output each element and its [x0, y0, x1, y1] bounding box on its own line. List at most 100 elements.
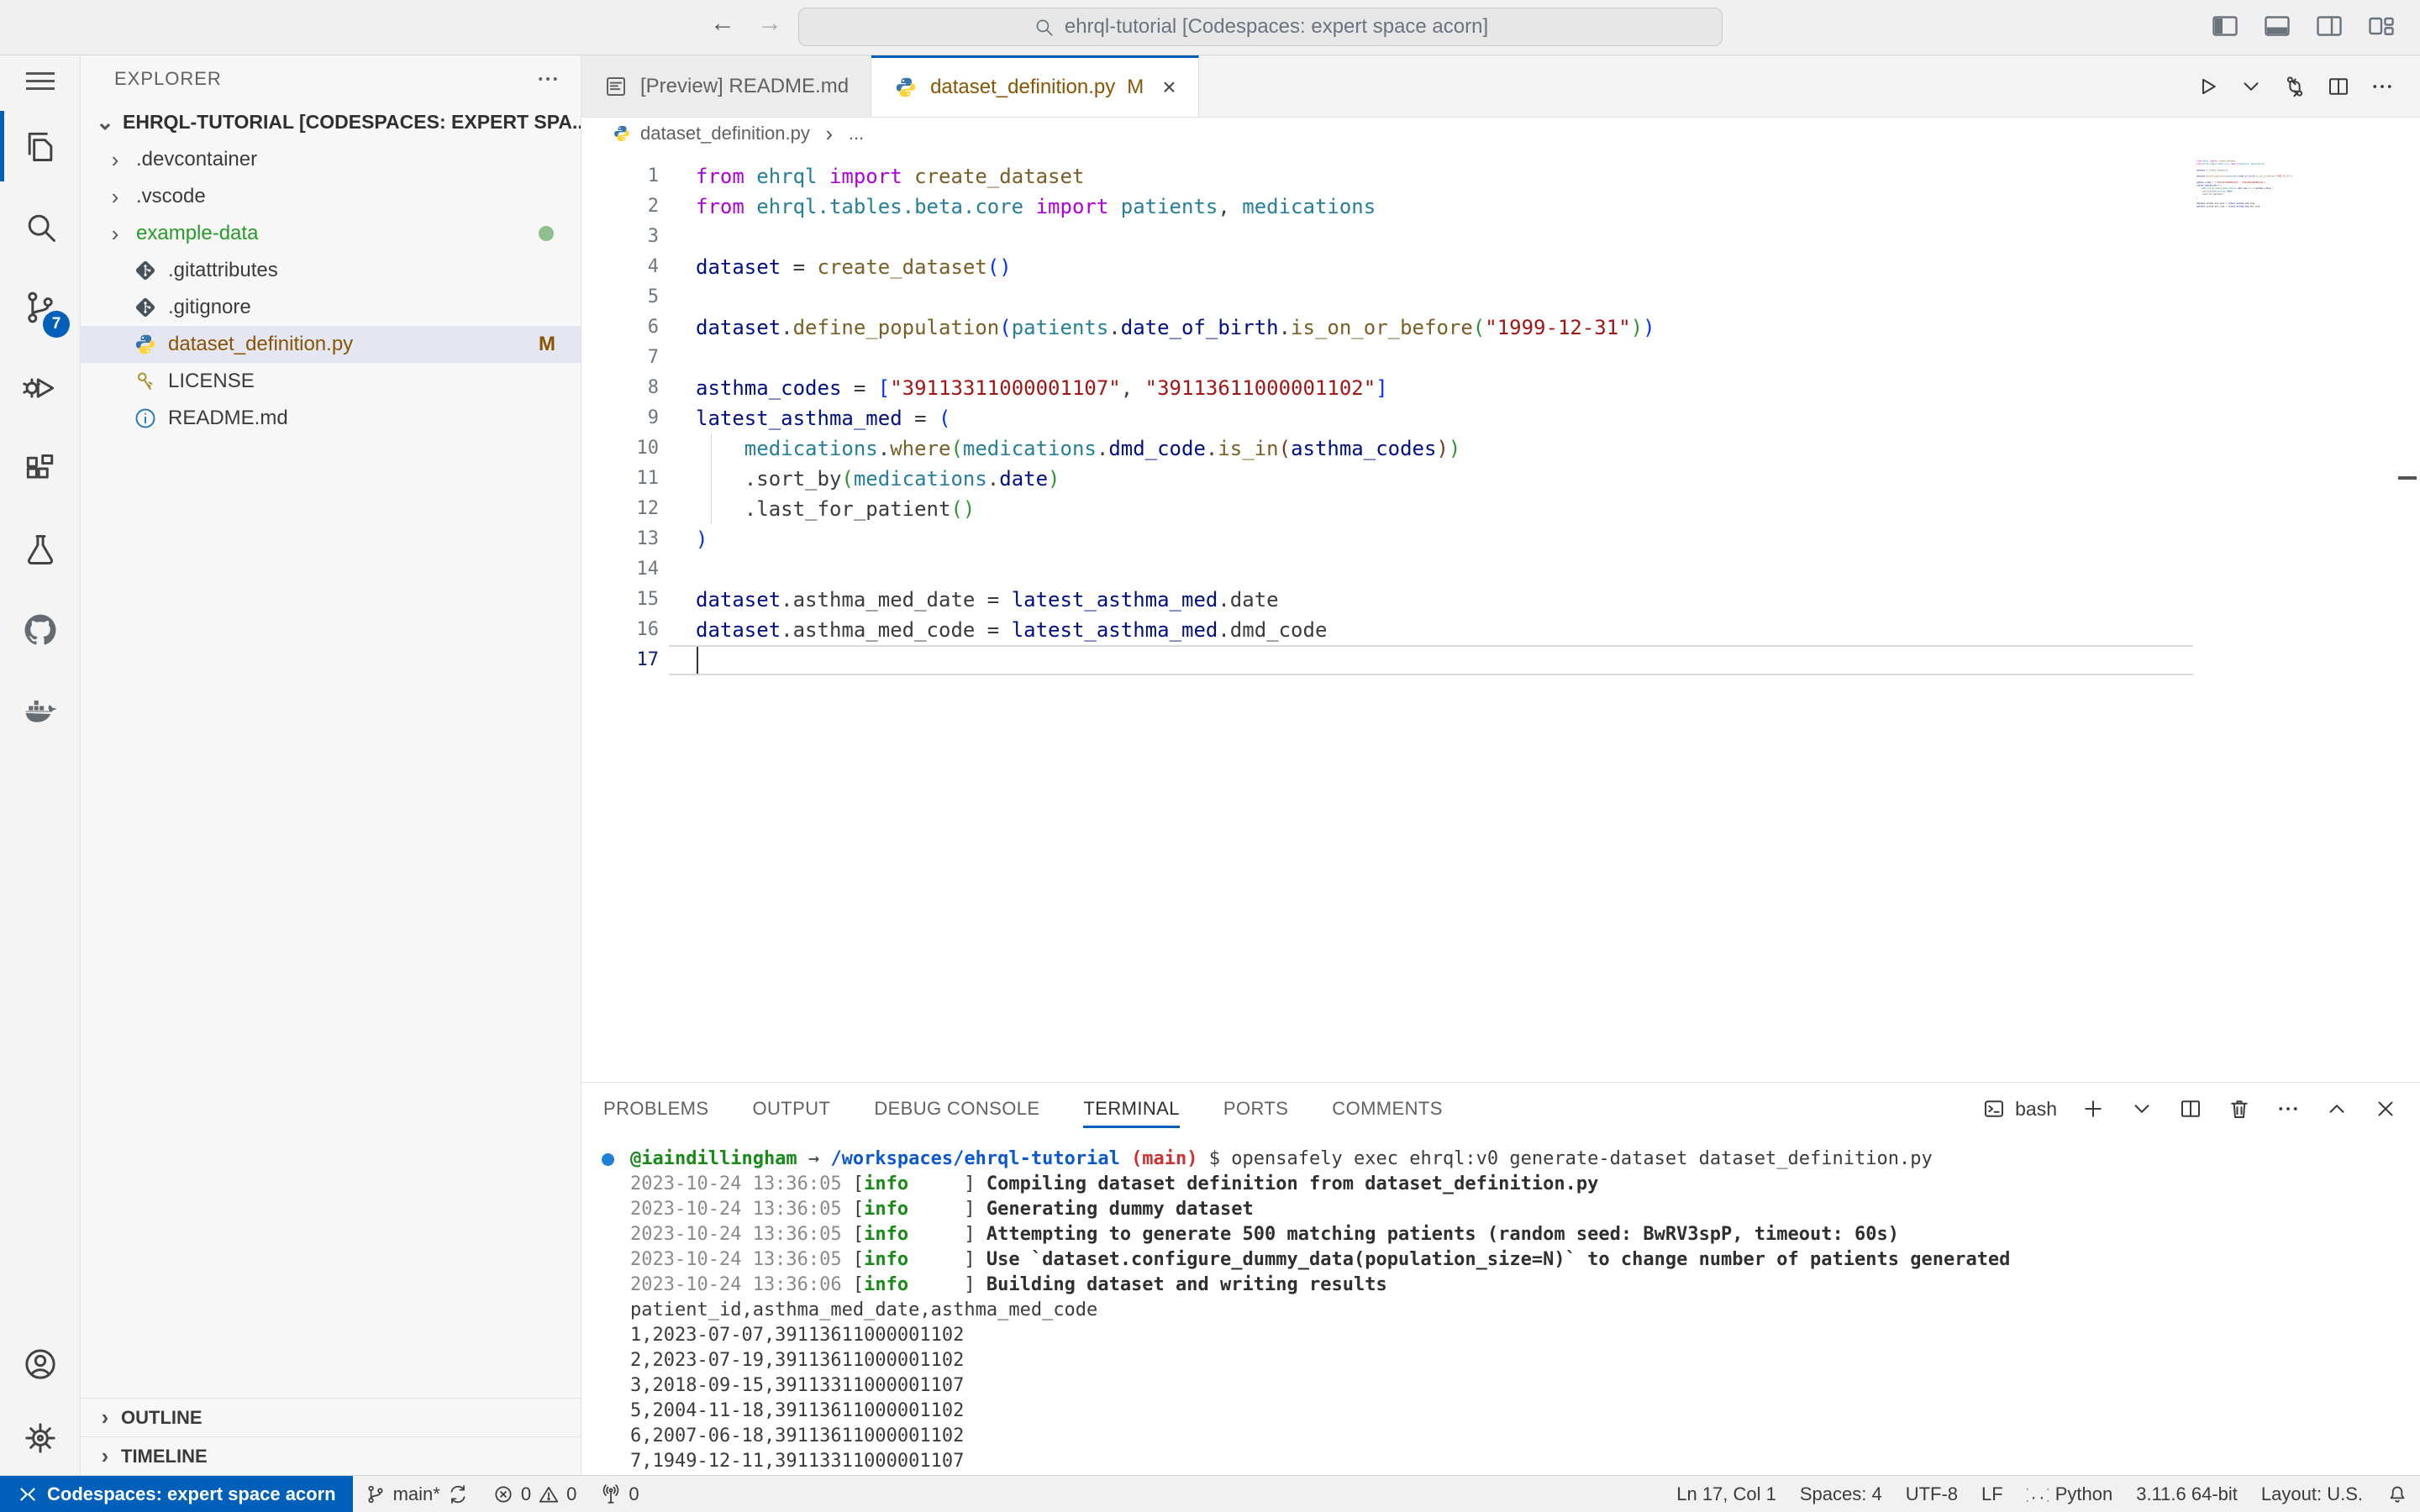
extensions-icon [22, 450, 59, 487]
activity-extensions[interactable] [0, 428, 80, 509]
sidebar-item-license[interactable]: LICENSE [81, 363, 581, 400]
breadcrumb[interactable]: dataset_definition.py › ... [581, 118, 2420, 150]
sidebar-section-outline[interactable]: › OUTLINE [81, 1398, 581, 1436]
line-number: 12 [581, 494, 659, 524]
code-line: 6dataset.define_population(patients.date… [2196, 175, 2307, 178]
terminal-output[interactable]: @iaindillingham → /workspaces/ehrql-tuto… [581, 1135, 2420, 1475]
code-line: 16dataset.asthma_med_code = latest_asthm… [581, 615, 2420, 645]
activity-settings[interactable] [0, 1401, 80, 1475]
terminal-log-line: 2023-10-24 13:36:05 [info ] Attempting t… [630, 1222, 2420, 1247]
nav-back-button[interactable]: ← [710, 9, 735, 38]
terminal-csv-line: 3,2018-09-15,39113311000001107 [630, 1373, 2420, 1399]
svg-text:{..}: {..} [2027, 1486, 2049, 1502]
command-center-search[interactable]: ehrql-tutorial [Codespaces: expert space… [798, 8, 1723, 46]
chevron-down-icon[interactable] [2129, 1096, 2154, 1121]
more-actions-icon[interactable] [2275, 1096, 2301, 1121]
sync-icon [447, 1483, 469, 1505]
toggle-panel-icon[interactable] [2262, 11, 2292, 41]
panel-tab-ports[interactable]: PORTS [1223, 1083, 1288, 1135]
open-changes-icon[interactable] [2282, 74, 2307, 99]
problems-status[interactable]: 0 0 [481, 1476, 589, 1512]
menu-icon[interactable] [0, 55, 80, 106]
indentation[interactable]: Spaces: 4 [1788, 1476, 1894, 1512]
maximize-panel-icon[interactable] [2324, 1096, 2349, 1121]
split-editor-icon[interactable] [2326, 74, 2351, 99]
activity-testing[interactable] [0, 509, 80, 590]
code-line: 14 [581, 554, 2420, 585]
panel-tab-debug-console[interactable]: DEBUG CONSOLE [874, 1083, 1039, 1135]
sidebar-item-dataset-definition-py[interactable]: dataset_definition.pyM [81, 326, 581, 363]
overview-ruler-mark [2398, 476, 2417, 480]
terminal-shell-selector[interactable]: bash [1981, 1096, 2057, 1121]
tab-dataset-definition-py[interactable]: dataset_definition.pyM× [871, 55, 1199, 117]
notifications[interactable] [2375, 1476, 2420, 1512]
terminal-csv-line: patient_id,asthma_med_date,asthma_med_co… [630, 1298, 2420, 1323]
code-editor[interactable]: 1from ehrql import create_dataset2from e… [581, 150, 2420, 1082]
split-terminal-icon[interactable] [2178, 1096, 2203, 1121]
remote-indicator[interactable]: Codespaces: expert space acorn [0, 1476, 353, 1512]
panel-tab-output[interactable]: OUTPUT [752, 1083, 830, 1135]
line-number: 13 [581, 524, 659, 554]
minimap[interactable]: 1from ehrql import create_dataset2from e… [2196, 160, 2307, 798]
line-number: 17 [581, 645, 659, 675]
source-control-badge: 7 [43, 311, 70, 338]
toggle-sidebar-icon[interactable] [2210, 11, 2240, 41]
sidebar-section-timeline[interactable]: › TIMELINE [81, 1436, 581, 1475]
activity-github[interactable] [0, 590, 80, 670]
line-number: 1 [581, 161, 659, 192]
sidebar-item-gitignore[interactable]: .gitignore [81, 289, 581, 326]
tab-preview-readme-md[interactable]: [Preview] README.md [581, 55, 871, 117]
git-file-icon [133, 258, 158, 283]
cursor-position[interactable]: Ln 17, Col 1 [1665, 1476, 1788, 1512]
eol[interactable]: LF [1970, 1476, 2015, 1512]
run-python-file-icon[interactable] [2195, 74, 2220, 99]
activity-source-control[interactable]: 7 [0, 267, 80, 348]
files-icon [22, 128, 59, 165]
panel-tab-comments[interactable]: COMMENTS [1332, 1083, 1443, 1135]
error-icon [492, 1483, 514, 1505]
chevron-down-icon[interactable] [2238, 74, 2264, 99]
toggle-secondary-sidebar-icon[interactable] [2314, 11, 2344, 41]
explorer-root-folder[interactable]: ⌄ EHRQL-TUTORIAL [CODESPACES: EXPERT SPA… [81, 102, 581, 141]
activity-search[interactable] [0, 186, 80, 267]
nav-forward-button[interactable]: → [757, 9, 782, 38]
line-number: 14 [581, 554, 659, 585]
new-terminal-icon[interactable] [2081, 1096, 2106, 1121]
keyboard-layout[interactable]: Layout: U.S. [2249, 1476, 2375, 1512]
panel-tab-terminal[interactable]: TERMINAL [1083, 1083, 1179, 1135]
kill-terminal-icon[interactable] [2227, 1096, 2252, 1121]
sidebar-item-devcontainer[interactable]: ›.devcontainer [81, 141, 581, 178]
encoding[interactable]: UTF-8 [1894, 1476, 1970, 1512]
account-icon [22, 1346, 59, 1383]
debug-icon [22, 370, 59, 407]
code-line: 17 [581, 645, 2420, 675]
explorer-sidebar: EXPLORER ⌄ EHRQL-TUTORIAL [CODESPACES: E… [81, 55, 581, 1475]
terminal-tab-dot [602, 1153, 614, 1166]
language-mode[interactable]: {..}Python [2015, 1476, 2125, 1512]
sidebar-item-readme-md[interactable]: README.md [81, 400, 581, 437]
sidebar-title: EXPLORER [114, 68, 222, 90]
activity-accounts[interactable] [0, 1327, 80, 1401]
chevron-right-icon: › [818, 121, 840, 147]
code-line: 7 [581, 343, 2420, 373]
forwarded-ports-status[interactable]: 0 [588, 1476, 650, 1512]
activity-run-and-debug[interactable] [0, 348, 80, 428]
activity-explorer[interactable] [0, 106, 80, 186]
sidebar-item-gitattributes[interactable]: .gitattributes [81, 252, 581, 289]
more-actions-icon[interactable] [535, 66, 560, 92]
close-panel-icon[interactable] [2373, 1096, 2398, 1121]
activity-docker[interactable] [0, 670, 80, 751]
code-line: 15dataset.asthma_med_date = latest_asthm… [581, 585, 2420, 615]
file-label: .devcontainer [136, 148, 257, 171]
line-number: 3 [581, 222, 659, 252]
customize-layout-icon[interactable] [2366, 11, 2396, 41]
code-line: 6dataset.define_population(patients.date… [581, 312, 2420, 343]
panel-tab-problems[interactable]: PROBLEMS [603, 1083, 708, 1135]
git-branch-status[interactable]: main* [353, 1476, 481, 1512]
python-version[interactable]: 3.11.6 64-bit [2124, 1476, 2249, 1512]
more-actions-icon[interactable] [2370, 74, 2395, 99]
sidebar-item-example-data[interactable]: ›example-data [81, 215, 581, 252]
sidebar-item-vscode[interactable]: ›.vscode [81, 178, 581, 215]
close-tab-icon[interactable]: × [1162, 74, 1176, 101]
line-number: 16 [581, 615, 659, 645]
